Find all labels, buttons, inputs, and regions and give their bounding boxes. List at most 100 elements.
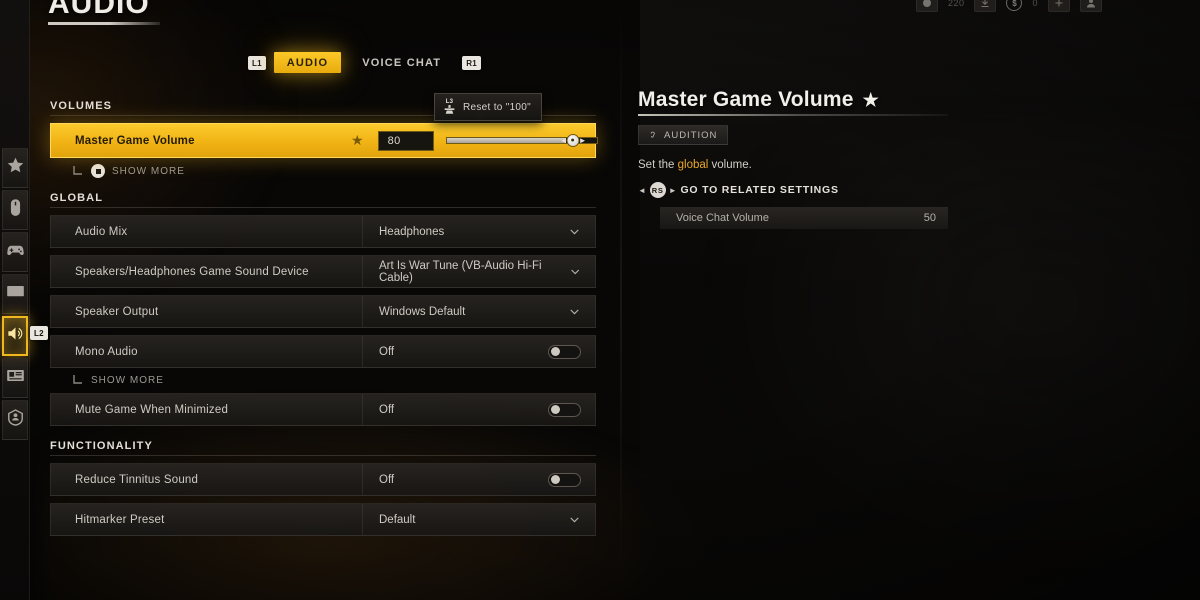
- setting-label: Hitmarker Preset: [51, 504, 363, 535]
- profile-icon[interactable]: [1080, 0, 1102, 12]
- chevron-down-icon[interactable]: [568, 225, 581, 238]
- mouse-icon: [6, 198, 25, 222]
- setting-label: Reduce Tinnitus Sound: [51, 464, 363, 495]
- setting-row-reduce-tinnitus[interactable]: Reduce Tinnitus Sound Off: [50, 463, 596, 496]
- toggle-knob: [551, 347, 560, 356]
- detail-title-row: Master Game Volume ★: [638, 88, 968, 112]
- chevron-down-icon[interactable]: [568, 513, 581, 526]
- page-title-container: AUDIO: [48, 0, 160, 25]
- audition-label: AUDITION: [664, 130, 718, 141]
- description-highlight: global: [677, 159, 709, 171]
- master-volume-slider[interactable]: ◄ ● ►: [445, 134, 598, 147]
- detail-panel: Master Game Volume ★ AUDITION Set the gl…: [638, 88, 968, 229]
- setting-control-group[interactable]: Off: [363, 394, 595, 425]
- chevron-down-icon[interactable]: [568, 305, 581, 318]
- setting-control-group[interactable]: Headphones: [363, 216, 595, 247]
- show-more-mono-audio[interactable]: SHOW MORE: [72, 374, 596, 386]
- tab-voice-chat[interactable]: VOICE CHAT: [349, 52, 454, 73]
- mute-minimized-toggle[interactable]: [548, 402, 581, 417]
- slider-fill: [446, 138, 566, 143]
- setting-label: Speakers/Headphones Game Sound Device: [51, 256, 363, 287]
- show-more-label: SHOW MORE: [91, 374, 164, 386]
- setting-control-group[interactable]: Art Is War Tune (VB-Audio Hi-Fi Cable): [363, 256, 595, 287]
- page-title-underline: [48, 22, 160, 25]
- sidebar-bumper-badge-l2: L2: [30, 326, 48, 340]
- section-heading-functionality: FUNCTIONALITY: [50, 440, 596, 456]
- bumper-l1-icon: L1: [248, 55, 266, 70]
- category-sidebar[interactable]: L2: [0, 0, 48, 600]
- hud-currency-label: 0: [1032, 0, 1038, 8]
- sidebar-item-audio[interactable]: L2: [2, 316, 48, 356]
- detail-title: Master Game Volume: [638, 88, 854, 111]
- setting-label: Audio Mix: [51, 216, 363, 247]
- sidebar-item-interface[interactable]: [2, 358, 28, 398]
- setting-value: Art Is War Tune (VB-Audio Hi-Fi Cable): [379, 259, 542, 284]
- star-icon: [6, 156, 25, 180]
- display-icon: [6, 282, 25, 306]
- chevron-down-icon[interactable]: [569, 265, 581, 278]
- slider-handle[interactable]: ●: [566, 134, 580, 147]
- setting-control-group[interactable]: Default: [363, 504, 595, 535]
- sidebar-item-list: L2: [0, 148, 48, 442]
- setting-value: Default: [379, 513, 416, 526]
- reduce-tinnitus-toggle[interactable]: [548, 472, 581, 487]
- tree-corner-icon: [73, 166, 82, 175]
- hud-icon: [6, 366, 25, 390]
- reset-tooltip[interactable]: L3 Reset to "100": [434, 93, 543, 121]
- setting-control-group: ★ 80 ◄ ● ►: [351, 124, 610, 157]
- stick-press-l3-icon: L3: [443, 99, 456, 115]
- master-volume-value[interactable]: 80: [377, 130, 434, 151]
- sidebar-item-favorites[interactable]: [2, 148, 28, 188]
- sidebar-item-controller[interactable]: [2, 232, 28, 272]
- sidebar-item-account[interactable]: [2, 400, 28, 440]
- setting-row-game-sound-device[interactable]: Speakers/Headphones Game Sound Device Ar…: [50, 255, 596, 288]
- section-heading-global: GLOBAL: [50, 192, 596, 208]
- setting-value: Windows Default: [379, 305, 466, 318]
- toggle-knob: [551, 405, 560, 414]
- download-icon[interactable]: [974, 0, 997, 12]
- description-prefix: Set the: [638, 159, 678, 171]
- show-more-master-volume[interactable]: SHOW MORE: [72, 164, 596, 178]
- chevron-right-icon: ►: [668, 185, 678, 195]
- mono-audio-toggle[interactable]: [548, 344, 581, 359]
- description-suffix: volume.: [708, 159, 752, 171]
- detail-description: Set the global volume.: [638, 159, 968, 171]
- reset-tooltip-label: Reset to "100": [463, 101, 532, 113]
- related-setting-voice-chat-volume[interactable]: Voice Chat Volume 50: [660, 207, 948, 229]
- setting-value: Off: [379, 345, 395, 358]
- related-setting-label: Voice Chat Volume: [676, 212, 769, 224]
- setting-row-master-game-volume[interactable]: Master Game Volume ★ 80 ◄ ● ►: [50, 123, 598, 158]
- setting-row-audio-mix[interactable]: Audio Mix Headphones: [50, 215, 596, 248]
- setting-label: Speaker Output: [51, 296, 363, 327]
- setting-label: Master Game Volume: [75, 134, 195, 147]
- circle-icon[interactable]: [915, 0, 938, 12]
- related-settings-header[interactable]: ◄ RS ► GO TO RELATED SETTINGS: [638, 182, 968, 198]
- tab-bar[interactable]: L1 AUDIO VOICE CHAT R1: [248, 52, 481, 73]
- toggle-knob: [551, 475, 560, 484]
- setting-control-group[interactable]: Windows Default: [363, 296, 595, 327]
- account-icon: [6, 408, 25, 432]
- top-right-hud: 220 $ 0: [915, 0, 1102, 12]
- stick-rs-icon: RS: [649, 182, 666, 198]
- tab-audio[interactable]: AUDIO: [273, 52, 342, 73]
- setting-control-group[interactable]: Off: [363, 464, 595, 495]
- sidebar-item-graphics[interactable]: [2, 274, 28, 314]
- setting-row-hitmarker-preset[interactable]: Hitmarker Preset Default: [50, 503, 596, 536]
- detail-title-underline: [638, 114, 948, 116]
- plus-icon[interactable]: [1048, 0, 1070, 12]
- setting-control-group[interactable]: Off: [363, 336, 595, 367]
- favorite-star-icon[interactable]: ★: [351, 132, 364, 149]
- tree-corner-icon: [73, 375, 82, 384]
- setting-row-speaker-output[interactable]: Speaker Output Windows Default: [50, 295, 596, 328]
- sidebar-item-keyboard-mouse[interactable]: [2, 190, 28, 230]
- show-more-label: SHOW MORE: [112, 165, 185, 177]
- setting-row-mono-audio[interactable]: Mono Audio Off: [50, 335, 596, 368]
- setting-label: Mono Audio: [51, 336, 363, 367]
- ear-icon: [650, 131, 655, 138]
- setting-value: Off: [379, 473, 395, 486]
- audition-badge[interactable]: AUDITION: [638, 125, 729, 145]
- setting-value: Off: [379, 403, 395, 416]
- setting-row-mute-when-minimized[interactable]: Mute Game When Minimized Off: [50, 393, 596, 426]
- speaker-icon: [6, 324, 25, 348]
- related-settings-label: GO TO RELATED SETTINGS: [680, 184, 839, 196]
